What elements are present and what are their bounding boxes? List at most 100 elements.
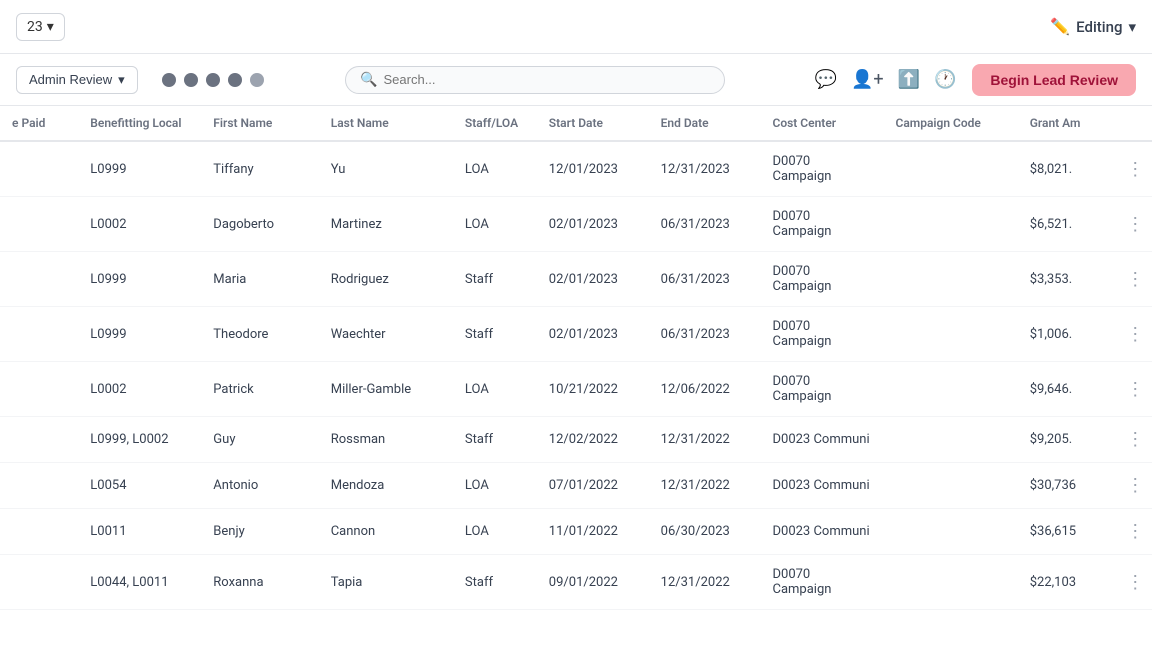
- cell-last-name: Waechter: [319, 307, 453, 362]
- admin-review-button[interactable]: Admin Review ▾: [16, 66, 138, 94]
- table-row: L0044, L0011 Roxanna Tapia Staff 09/01/2…: [0, 555, 1152, 610]
- cell-grant-am: $36,615: [1018, 509, 1119, 555]
- sub-header: Admin Review ▾ 🔍 💬 👤+ ⬆️ 🕐 Begin Lead Re…: [0, 54, 1152, 106]
- cell-last-name: Miller-Gamble: [319, 362, 453, 417]
- cell-last-name: Cannon: [319, 509, 453, 555]
- cell-campaign-code: [884, 509, 1018, 555]
- cell-more[interactable]: ⋮: [1118, 417, 1152, 463]
- cell-staff-loa: LOA: [453, 197, 537, 252]
- cell-start-date: 10/21/2022: [537, 362, 649, 417]
- col-header-cost-center: Cost Center: [760, 106, 883, 141]
- cell-paid: [0, 509, 78, 555]
- cell-more[interactable]: ⋮: [1118, 197, 1152, 252]
- row-more-icon[interactable]: ⋮: [1130, 324, 1140, 345]
- row-more-icon[interactable]: ⋮: [1130, 159, 1140, 180]
- toolbar-icons: 💬 👤+ ⬆️ 🕐: [815, 69, 957, 90]
- search-icon: 🔍: [360, 72, 377, 88]
- cell-grant-am: $8,021.: [1018, 141, 1119, 197]
- admin-review-label: Admin Review: [29, 72, 112, 87]
- cell-staff-loa: Staff: [453, 555, 537, 610]
- cell-campaign-code: [884, 555, 1018, 610]
- cell-cost-center: D0070 Campaign: [760, 197, 883, 252]
- cell-ben-local: L0044, L0011: [78, 555, 201, 610]
- year-dropdown[interactable]: 23 ▾: [16, 13, 65, 41]
- cell-ben-local: L0999: [78, 252, 201, 307]
- search-bar[interactable]: 🔍: [345, 66, 725, 94]
- cell-paid: [0, 307, 78, 362]
- cell-first-name: Roxanna: [201, 555, 318, 610]
- row-more-icon[interactable]: ⋮: [1130, 475, 1140, 496]
- step-dot-3: [206, 73, 220, 87]
- cell-first-name: Antonio: [201, 463, 318, 509]
- cell-more[interactable]: ⋮: [1118, 463, 1152, 509]
- cell-more[interactable]: ⋮: [1118, 362, 1152, 417]
- cell-ben-local: L0002: [78, 362, 201, 417]
- step-dot-2: [184, 73, 198, 87]
- cell-ben-local: L0054: [78, 463, 201, 509]
- cell-more[interactable]: ⋮: [1118, 307, 1152, 362]
- cell-first-name: Dagoberto: [201, 197, 318, 252]
- cell-cost-center: D0070 Campaign: [760, 555, 883, 610]
- year-chevron-icon: ▾: [47, 19, 54, 35]
- step-dot-5: [250, 73, 264, 87]
- cell-more[interactable]: ⋮: [1118, 555, 1152, 610]
- cell-more[interactable]: ⋮: [1118, 252, 1152, 307]
- table-container: e Paid Benefitting Local First Name Last…: [0, 106, 1152, 648]
- cell-last-name: Rossman: [319, 417, 453, 463]
- cell-paid: [0, 141, 78, 197]
- cell-more[interactable]: ⋮: [1118, 509, 1152, 555]
- table-row: L0999 Maria Rodriguez Staff 02/01/2023 0…: [0, 252, 1152, 307]
- history-icon[interactable]: 🕐: [934, 69, 956, 90]
- cell-cost-center: D0023 Communi: [760, 509, 883, 555]
- col-header-last-name: Last Name: [319, 106, 453, 141]
- search-input[interactable]: [384, 72, 711, 87]
- cell-cost-center: D0070 Campaign: [760, 141, 883, 197]
- cell-start-date: 07/01/2022: [537, 463, 649, 509]
- cell-paid: [0, 252, 78, 307]
- table-row: L0002 Dagoberto Martinez LOA 02/01/2023 …: [0, 197, 1152, 252]
- admin-review-chevron-icon: ▾: [118, 72, 125, 88]
- row-more-icon[interactable]: ⋮: [1130, 379, 1140, 400]
- cell-staff-loa: Staff: [453, 307, 537, 362]
- comment-icon[interactable]: 💬: [815, 69, 837, 90]
- row-more-icon[interactable]: ⋮: [1130, 521, 1140, 542]
- row-more-icon[interactable]: ⋮: [1130, 269, 1140, 290]
- cell-last-name: Tapia: [319, 555, 453, 610]
- cell-staff-loa: LOA: [453, 362, 537, 417]
- table-row: L0011 Benjy Cannon LOA 11/01/2022 06/30/…: [0, 509, 1152, 555]
- cell-end-date: 12/31/2022: [649, 555, 761, 610]
- cell-staff-loa: LOA: [453, 509, 537, 555]
- cell-end-date: 12/31/2022: [649, 417, 761, 463]
- cell-end-date: 06/31/2023: [649, 197, 761, 252]
- cell-more[interactable]: ⋮: [1118, 141, 1152, 197]
- cell-cost-center: D0070 Campaign: [760, 362, 883, 417]
- cell-last-name: Yu: [319, 141, 453, 197]
- cell-cost-center: D0070 Campaign: [760, 307, 883, 362]
- cell-first-name: Benjy: [201, 509, 318, 555]
- add-user-icon[interactable]: 👤+: [851, 69, 884, 90]
- cell-paid: [0, 555, 78, 610]
- cell-ben-local: L0011: [78, 509, 201, 555]
- begin-review-label: Begin Lead Review: [990, 72, 1118, 88]
- cell-ben-local: L0002: [78, 197, 201, 252]
- cell-grant-am: $9,646.: [1018, 362, 1119, 417]
- share-icon[interactable]: ⬆️: [898, 69, 920, 90]
- cell-last-name: Rodriguez: [319, 252, 453, 307]
- col-header-more: [1118, 106, 1152, 141]
- col-header-campaign-code: Campaign Code: [884, 106, 1018, 141]
- editing-button[interactable]: ✏️ Editing ▾: [1050, 17, 1136, 36]
- editing-label: Editing: [1076, 18, 1122, 36]
- col-header-start-date: Start Date: [537, 106, 649, 141]
- row-more-icon[interactable]: ⋮: [1130, 429, 1140, 450]
- cell-staff-loa: Staff: [453, 252, 537, 307]
- cell-start-date: 11/01/2022: [537, 509, 649, 555]
- cell-start-date: 02/01/2023: [537, 252, 649, 307]
- row-more-icon[interactable]: ⋮: [1130, 572, 1140, 593]
- cell-last-name: Mendoza: [319, 463, 453, 509]
- cell-first-name: Theodore: [201, 307, 318, 362]
- begin-review-button[interactable]: Begin Lead Review: [972, 64, 1136, 96]
- cell-first-name: Patrick: [201, 362, 318, 417]
- cell-start-date: 02/01/2023: [537, 197, 649, 252]
- cell-campaign-code: [884, 463, 1018, 509]
- row-more-icon[interactable]: ⋮: [1130, 214, 1140, 235]
